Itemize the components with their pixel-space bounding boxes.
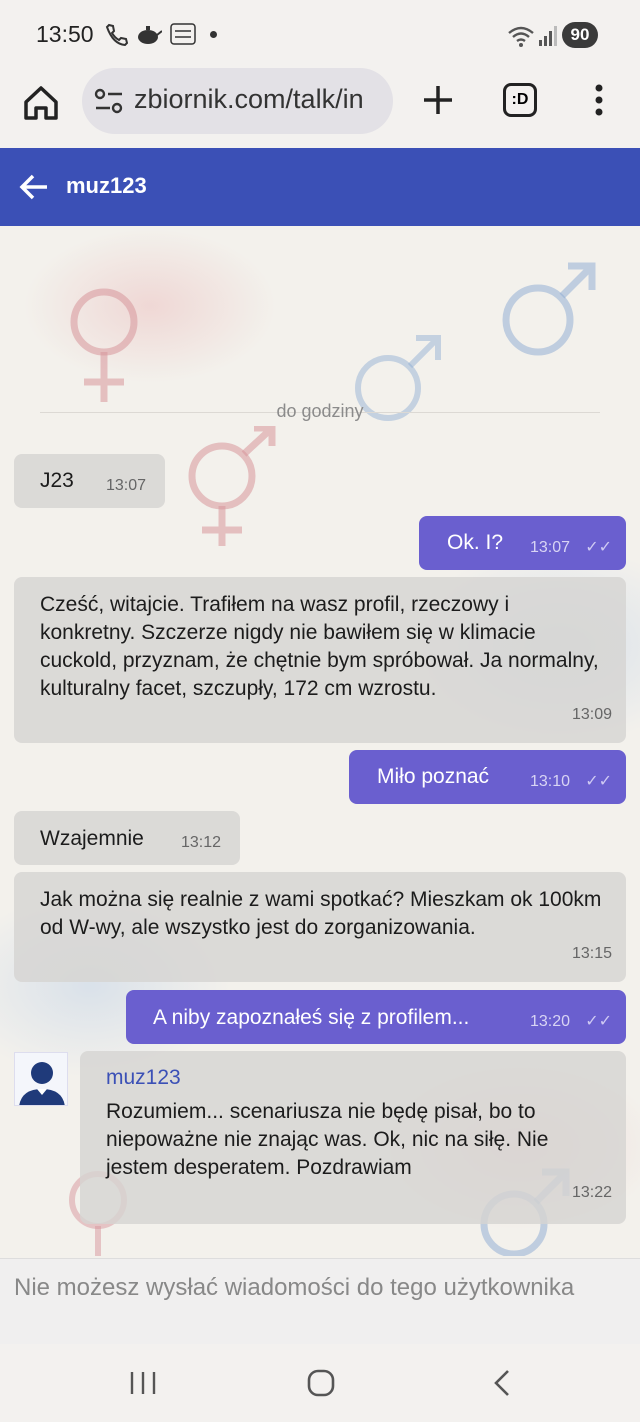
message-incoming[interactable]: muz123 Rozumiem... scenariusza nie będę …: [80, 1051, 626, 1224]
teapot-icon: [138, 26, 162, 44]
more-menu-icon[interactable]: [589, 80, 609, 120]
browser-toolbar: zbiornik.com/talk/in :D: [0, 66, 640, 148]
status-icons: [104, 22, 217, 46]
url-bar[interactable]: zbiornik.com/talk/in: [82, 68, 393, 134]
wifi-icon: [508, 26, 557, 47]
status-time: 13:50: [36, 21, 94, 47]
url-text: zbiornik.com/talk/in: [134, 84, 364, 114]
message-time: 13:22: [571, 1184, 612, 1201]
message-incoming[interactable]: Wzajemnie 13:12: [14, 811, 240, 865]
message-text: Ok. I?: [447, 531, 504, 554]
message-time: 13:20: [530, 1013, 571, 1030]
temu-icon: [170, 23, 196, 45]
message-incoming[interactable]: J23 13:07: [14, 454, 165, 508]
message-text: Cześć, witajcie. Trafiłem na wasz profil…: [40, 593, 599, 700]
message-outgoing[interactable]: A niby zapoznałeś się z profilem... 13:2…: [126, 990, 626, 1044]
chat-header: muz123: [0, 148, 640, 226]
notice-text: Nie możesz wysłać wiadomości do tego uży…: [14, 1274, 575, 1301]
battery-indicator: 90: [562, 22, 598, 48]
home-icon[interactable]: [20, 82, 62, 124]
date-separator: do godziny: [276, 401, 364, 421]
message-text: Miło poznać: [377, 765, 490, 788]
back-arrow-icon[interactable]: [18, 171, 50, 203]
message-outgoing[interactable]: Miło poznać 13:10 ✓✓: [349, 750, 626, 804]
chat-area[interactable]: do godziny J23 13:07 Ok. I? 13:07 ✓✓ Cze…: [0, 226, 640, 1258]
message-time: 13:07: [530, 539, 571, 556]
female-symbol-icon: [70, 288, 138, 402]
message-time: 13:15: [571, 945, 612, 962]
message-text: Jak można się realnie z wami spotkać? Mi…: [40, 888, 602, 939]
read-receipt-icon: ✓✓: [585, 539, 612, 556]
user-avatar-icon: [19, 1062, 65, 1105]
dot-icon: [210, 30, 217, 38]
message-time: 13:10: [530, 773, 571, 790]
composer-disabled-notice: Nie możesz wysłać wiadomości do tego uży…: [0, 1258, 640, 1344]
message-incoming[interactable]: Jak można się realnie z wami spotkać? Mi…: [14, 872, 626, 982]
read-receipt-icon: ✓✓: [585, 1013, 612, 1030]
message-time: 13:12: [181, 834, 222, 851]
new-tab-icon[interactable]: [420, 80, 456, 120]
message-incoming[interactable]: Cześć, witajcie. Trafiłem na wasz profil…: [14, 577, 626, 743]
message-text: Wzajemnie: [40, 827, 144, 850]
message-text: Rozumiem... scenariusza nie będę pisał, …: [106, 1100, 549, 1179]
message-text: J23: [40, 469, 74, 492]
back-nav-icon[interactable]: [488, 1368, 518, 1398]
message-text: A niby zapoznałeś się z profilem...: [153, 1006, 470, 1029]
male-symbol-icon: [502, 262, 596, 356]
status-bar: 13:50 90: [0, 0, 640, 66]
message-outgoing[interactable]: Ok. I? 13:07 ✓✓: [419, 516, 626, 570]
message-time: 13:07: [106, 477, 147, 494]
read-receipt-icon: ✓✓: [585, 773, 612, 790]
system-nav-bar: [0, 1344, 640, 1422]
home-nav-icon[interactable]: [306, 1368, 336, 1398]
phone-icon: [105, 23, 128, 46]
avatar[interactable]: [14, 1052, 68, 1106]
female-symbol-icon: [188, 426, 276, 546]
tab-switcher-button[interactable]: :D: [503, 83, 537, 117]
site-settings-icon[interactable]: [94, 88, 124, 114]
sender-name[interactable]: muz123: [106, 1064, 181, 1092]
chat-title: muz123: [66, 173, 147, 198]
message-time: 13:09: [571, 706, 612, 723]
recent-apps-icon[interactable]: [128, 1368, 158, 1398]
